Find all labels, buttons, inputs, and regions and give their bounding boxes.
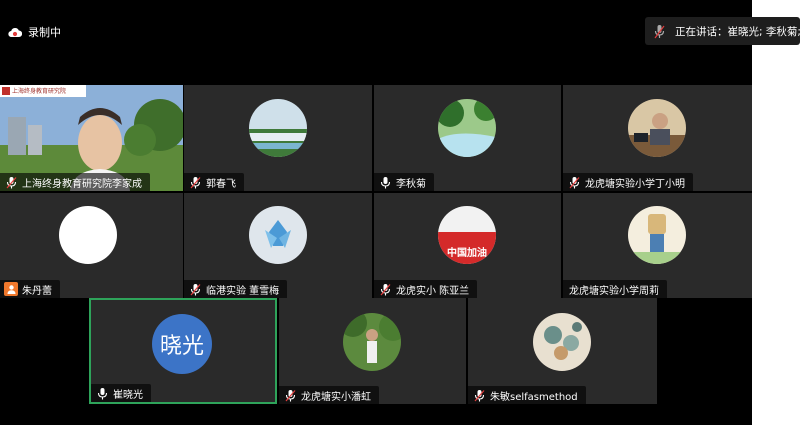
participant-avatar <box>628 99 686 157</box>
participant-name-bar: 朱敏selfasmethod <box>468 386 586 404</box>
cloud-record-icon <box>8 27 22 38</box>
camera-logo-text: 上海终身教育研究院 <box>12 88 67 95</box>
participant-name: 龙虎塘实小潘虹 <box>301 391 371 403</box>
microphone-icon <box>378 175 392 189</box>
participant-tile[interactable]: 朱丹蕾 <box>0 193 183 298</box>
participant-tile[interactable]: 李秋菊 <box>374 85 561 191</box>
participant-name-bar: 朱丹蕾 <box>0 280 60 298</box>
participant-avatar <box>249 206 307 264</box>
microphone-muted-icon <box>188 175 202 189</box>
participant-name: 上海终身教育研究院李家成 <box>22 178 142 190</box>
participant-name-bar: 临港实验 董雪梅 <box>184 280 288 298</box>
microphone-muted-icon <box>378 282 392 296</box>
initials-avatar: 晓光 <box>152 314 212 374</box>
participant-name: 龙虎塘实验小学丁小明 <box>585 178 685 190</box>
participant-name-bar: 李秋菊 <box>374 173 434 191</box>
speaking-indicator: 正在讲话：崔晓光; 李秋菊; <box>645 17 800 45</box>
participant-name-bar: 龙虎塘实验小学丁小明 <box>563 173 693 191</box>
microphone-muted-icon <box>283 388 297 402</box>
participant-tile[interactable]: 龙虎塘实验小学周莉 <box>563 193 752 298</box>
participant-name: 崔晓光 <box>113 389 143 401</box>
participant-tile[interactable]: 中国加油 龙虎实小 陈亚兰 <box>374 193 561 298</box>
participant-name: 龙虎塘实验小学周莉 <box>569 285 659 297</box>
host-icon <box>4 282 18 296</box>
avatar-banner-text: 中国加油 <box>447 248 487 259</box>
participant-name-bar: 郭春飞 <box>184 173 244 191</box>
participant-name: 临港实验 董雪梅 <box>206 285 280 297</box>
participant-avatar <box>343 313 401 371</box>
participant-tile[interactable]: 朱敏selfasmethod <box>468 298 657 404</box>
participant-name: 龙虎实小 陈亚兰 <box>396 285 470 297</box>
microphone-icon <box>654 24 665 39</box>
participant-tile[interactable]: 上海终身教育研究院 上海终身教育研究院李家成 <box>0 85 183 191</box>
participant-avatar <box>59 206 117 264</box>
participant-name: 朱丹蕾 <box>22 285 52 297</box>
recording-label: 录制中 <box>28 26 61 39</box>
participant-name: 李秋菊 <box>396 178 426 190</box>
participant-avatar <box>249 99 307 157</box>
participant-name-bar: 上海终身教育研究院李家成 <box>0 173 150 191</box>
participant-tile[interactable]: 郭春飞 <box>184 85 372 191</box>
participant-avatar <box>533 313 591 371</box>
participant-tile[interactable]: 龙虎塘实小潘虹 <box>279 298 466 404</box>
participant-name: 朱敏selfasmethod <box>490 391 578 403</box>
participant-tile[interactable]: 龙虎塘实验小学丁小明 <box>563 85 752 191</box>
microphone-muted-icon <box>472 388 486 402</box>
speaking-text: 正在讲话：崔晓光; 李秋菊; <box>675 25 800 38</box>
participant-avatar <box>628 206 686 264</box>
microphone-muted-icon <box>567 175 581 189</box>
recording-indicator[interactable]: 录制中 <box>8 24 61 40</box>
participant-name: 郭春飞 <box>206 178 236 190</box>
participant-tile[interactable]: 临港实验 董雪梅 <box>184 193 372 298</box>
participant-avatar <box>438 99 496 157</box>
side-panel-edge <box>752 0 800 425</box>
microphone-muted-icon <box>4 175 18 189</box>
microphone-icon <box>95 386 109 400</box>
microphone-muted-icon <box>188 282 202 296</box>
participant-name-bar: 龙虎塘实验小学周莉 <box>563 280 667 298</box>
participant-name-bar: 龙虎塘实小潘虹 <box>279 386 379 404</box>
participant-name-bar: 龙虎实小 陈亚兰 <box>374 280 478 298</box>
participant-name-bar: 崔晓光 <box>91 384 151 402</box>
participant-avatar: 中国加油 <box>438 206 496 264</box>
